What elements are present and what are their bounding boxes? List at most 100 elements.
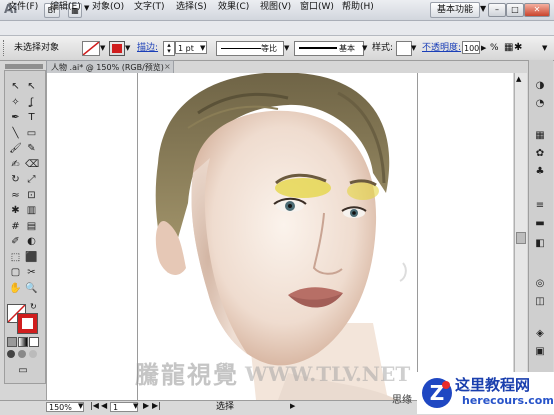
control-menu-icon[interactable]: ▼ xyxy=(542,42,547,54)
rectangle-icon[interactable]: ▭ xyxy=(25,127,38,140)
menu-effect[interactable]: 效果(C) xyxy=(218,1,249,13)
last-artboard-icon[interactable]: ▶| xyxy=(152,401,161,410)
zoom-dropdown-icon[interactable]: ▼ xyxy=(78,402,83,410)
stroke-swatch[interactable] xyxy=(109,41,125,56)
stroke-stepper[interactable]: ▴ ▾ xyxy=(163,41,175,56)
live-paint-selection-icon[interactable]: ⬛ xyxy=(25,251,38,264)
hand-icon[interactable]: ✋ xyxy=(9,282,22,295)
mesh-icon[interactable]: # xyxy=(9,220,22,233)
blob-brush-icon[interactable]: ✍ xyxy=(9,158,22,171)
menu-file[interactable]: 文件(F) xyxy=(8,1,38,13)
screen-mode-icon[interactable]: ▭ xyxy=(14,364,32,377)
style-dropdown-icon[interactable]: ▼ xyxy=(411,42,416,54)
symbol-sprayer-icon[interactable]: ✱ xyxy=(9,204,22,217)
type-icon[interactable]: T xyxy=(25,111,38,124)
slice-icon[interactable]: ✂ xyxy=(25,266,38,279)
variable-width-profile[interactable]: 等比 xyxy=(216,41,284,56)
artboard-dropdown-icon[interactable]: ▼ xyxy=(133,402,138,410)
arrange-dropdown-icon[interactable]: ▼ xyxy=(84,4,89,12)
stroke-label[interactable]: 描边: xyxy=(137,42,158,54)
eyedropper-icon[interactable]: ✐ xyxy=(9,235,22,248)
swap-fill-stroke-icon[interactable]: ↻ xyxy=(30,302,37,311)
menu-window[interactable]: 窗口(W) xyxy=(300,1,334,13)
minimize-button[interactable]: – xyxy=(488,3,506,17)
fill-dropdown-icon[interactable]: ▼ xyxy=(100,42,105,54)
lasso-icon[interactable]: ʆ xyxy=(25,96,38,109)
eraser-icon[interactable]: ⌫ xyxy=(25,158,39,171)
color-guide-icon[interactable]: ◔ xyxy=(534,98,546,110)
scroll-up-arrow-icon[interactable]: ▲ xyxy=(516,75,521,83)
rotate-icon[interactable]: ↻ xyxy=(9,173,22,186)
workspace-switcher[interactable]: 基本功能 xyxy=(430,2,480,18)
menu-view[interactable]: 视图(V) xyxy=(260,1,291,13)
scrollbar-thumb[interactable] xyxy=(516,232,526,244)
previous-artboard-icon[interactable]: ◀ xyxy=(101,401,107,410)
status-tool-label[interactable]: 选择 xyxy=(216,401,234,413)
tools-panel-header[interactable] xyxy=(5,64,43,69)
menu-select[interactable]: 选择(S) xyxy=(176,1,207,13)
stroke-icon[interactable]: ≡ xyxy=(534,200,546,212)
draw-inside-icon[interactable] xyxy=(29,350,37,358)
status-menu-icon[interactable]: ▶ xyxy=(290,402,295,410)
blend-icon[interactable]: ◐ xyxy=(25,235,38,248)
artboard-edge-right xyxy=(417,73,418,400)
opacity-label[interactable]: 不透明度: xyxy=(422,42,461,54)
swatches-icon[interactable]: ▦ xyxy=(534,130,546,142)
gradient-mode-icon[interactable] xyxy=(18,337,28,347)
menu-object[interactable]: 对象(O) xyxy=(92,1,124,13)
magic-wand-icon[interactable]: ✧ xyxy=(9,96,22,109)
transparency-icon[interactable]: ◧ xyxy=(534,238,546,250)
pencil-icon[interactable]: ✎ xyxy=(25,142,38,155)
draw-behind-icon[interactable] xyxy=(18,350,26,358)
none-mode-icon[interactable] xyxy=(29,337,39,347)
stroke-box[interactable] xyxy=(17,313,38,334)
document-setup-icon[interactable]: ▦ xyxy=(504,42,513,53)
first-artboard-icon[interactable]: |◀ xyxy=(90,401,99,410)
gradient-icon[interactable]: ▤ xyxy=(25,220,38,233)
column-graph-icon[interactable]: ▥ xyxy=(25,204,38,217)
scale-icon[interactable]: ⤢ xyxy=(25,173,38,186)
line-icon[interactable]: ╲ xyxy=(9,127,22,140)
direct-selection-icon[interactable]: ↖ xyxy=(25,80,38,93)
pen-icon[interactable]: ✒ xyxy=(9,111,22,124)
artboards-icon[interactable]: ▣ xyxy=(534,346,546,358)
brush-line xyxy=(299,47,337,49)
fill-swatch[interactable] xyxy=(82,41,100,56)
isolate-object-icon[interactable]: ✱ xyxy=(514,42,522,53)
gradient-panel-icon[interactable]: ▬ xyxy=(534,218,546,230)
stroke-dropdown-icon[interactable]: ▼ xyxy=(125,42,130,54)
maximize-button[interactable]: □ xyxy=(506,3,524,17)
portrait-photo[interactable] xyxy=(138,73,417,400)
opacity-field[interactable]: 100 xyxy=(462,41,480,54)
brush-dropdown-icon[interactable]: ▼ xyxy=(362,42,367,54)
appearance-icon[interactable]: ◎ xyxy=(534,278,546,290)
zoom-icon[interactable]: 🔍 xyxy=(25,282,38,295)
symbols-icon[interactable]: ♣ xyxy=(534,166,546,178)
artboard-icon[interactable]: ▢ xyxy=(9,266,22,279)
warp-icon[interactable]: ≈ xyxy=(9,189,22,202)
graphic-style-swatch[interactable] xyxy=(396,41,412,56)
stroke-weight-dropdown-icon[interactable]: ▼ xyxy=(200,42,205,54)
menu-type[interactable]: 文字(T) xyxy=(134,1,165,13)
close-button[interactable]: ✕ xyxy=(524,3,550,17)
layers-icon[interactable]: ◈ xyxy=(534,328,546,340)
color-panel-icon[interactable]: ◑ xyxy=(534,80,546,92)
color-mode-icon[interactable] xyxy=(7,337,17,347)
menu-help[interactable]: 帮助(H) xyxy=(342,1,374,13)
document-tab-close[interactable]: × xyxy=(164,60,171,73)
graphic-styles-icon[interactable]: ◫ xyxy=(534,296,546,308)
workspace-dropdown-icon[interactable]: ▼ xyxy=(480,4,486,13)
live-paint-icon[interactable]: ⬚ xyxy=(9,251,22,264)
menu-edit[interactable]: 编辑(E) xyxy=(50,1,81,13)
selection-icon[interactable]: ↖ xyxy=(9,80,22,93)
brush-definition[interactable]: 基本 xyxy=(294,41,364,56)
draw-normal-icon[interactable] xyxy=(7,350,15,358)
opacity-dropdown-icon[interactable]: ▶ xyxy=(481,42,486,54)
brushes-icon[interactable]: ✿ xyxy=(534,148,546,160)
profile-dropdown-icon[interactable]: ▼ xyxy=(284,42,289,54)
document-tab[interactable]: 人物 .ai* @ 150% (RGB/预览) xyxy=(46,60,174,73)
free-transform-icon[interactable]: ⊡ xyxy=(25,189,38,202)
control-bar-grip[interactable] xyxy=(3,40,6,56)
paintbrush-icon[interactable]: 🖌 xyxy=(9,142,22,155)
next-artboard-icon[interactable]: ▶ xyxy=(143,401,149,410)
